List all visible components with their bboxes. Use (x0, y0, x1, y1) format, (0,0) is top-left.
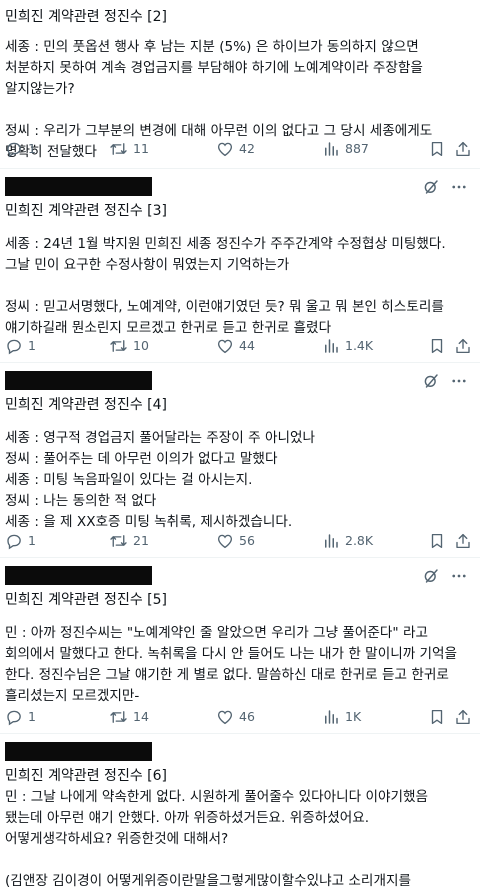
like-button[interactable]: 56 (216, 532, 255, 551)
redacted-author-bar (5, 742, 152, 761)
view-count: 1K (345, 708, 362, 724)
post-title: 민희진 계약관련 정진수 [2] (5, 9, 167, 25)
views-button[interactable]: 2.8K (322, 532, 373, 551)
reply-bubble-icon (7, 534, 21, 550)
retweet-icon (110, 535, 127, 547)
post-body: 세종 : 24년 1월 박지원 민희진 세종 정진수가 주주간계약 수정협상 미… (5, 236, 446, 336)
bookmark-icon (431, 533, 443, 549)
redacted-author-bar (5, 371, 152, 390)
share-button[interactable] (454, 140, 472, 158)
views-bar-chart-icon (325, 534, 338, 548)
like-button[interactable]: 46 (216, 708, 255, 727)
retweet-icon (110, 143, 127, 155)
retweet-button[interactable]: 14 (109, 708, 149, 727)
heart-icon (217, 534, 233, 549)
post-divider (0, 362, 480, 363)
reply-count: 1 (28, 532, 36, 548)
views-bar-chart-icon (325, 710, 338, 724)
retweet-count: 21 (133, 532, 149, 548)
like-count: 46 (239, 708, 255, 724)
share-button[interactable] (454, 708, 472, 726)
share-button[interactable] (454, 337, 472, 355)
more-dots-icon[interactable] (450, 178, 468, 196)
reply-count: 1 (28, 708, 36, 724)
bookmark-icon (431, 141, 443, 157)
more-dots-icon[interactable] (450, 372, 468, 390)
post-menu (422, 567, 468, 585)
redacted-author-bar (5, 177, 152, 196)
reply-button[interactable]: 1 (5, 532, 36, 551)
retweet-icon (110, 340, 127, 352)
post-title: 민희진 계약관련 정진수 [6] (5, 768, 167, 784)
heart-icon (217, 710, 233, 725)
retweet-count: 10 (133, 337, 149, 353)
like-button[interactable]: 42 (216, 140, 255, 159)
post-divider (0, 168, 480, 169)
bookmark-button[interactable] (428, 337, 446, 355)
post-divider (0, 733, 480, 734)
bookmark-button[interactable] (428, 708, 446, 726)
reply-button[interactable]: 1 (5, 337, 36, 356)
like-count: 56 (239, 532, 255, 548)
reply-bubble-icon (7, 710, 21, 726)
reply-count: 1 (28, 140, 36, 156)
reply-bubble-icon (7, 339, 21, 355)
post-feed: 민희진 계약관련 정진수 [2] 세종 : 민의 풋옵션 행사 후 남는 지분 … (0, 0, 480, 894)
retweet-button[interactable]: 11 (109, 140, 149, 159)
view-count: 2.8K (345, 532, 374, 548)
heart-icon (217, 339, 233, 354)
like-button[interactable]: 44 (216, 337, 255, 356)
post-actions: 1 10 44 1.4K (5, 334, 470, 358)
share-icon (456, 338, 470, 354)
post-menu (422, 178, 468, 196)
post-body: 민 : 그날 나에게 약속한게 없다. 시원하게 풀어줄수 있다아니다 이야기했… (5, 789, 428, 889)
post-actions: 1 21 56 2.8K (5, 529, 470, 553)
share-button[interactable] (454, 532, 472, 550)
bookmark-button[interactable] (428, 140, 446, 158)
more-dots-icon[interactable] (450, 567, 468, 585)
reply-button[interactable]: 1 (5, 140, 36, 159)
reply-count: 1 (28, 337, 36, 353)
post-actions: 1 14 46 1K (5, 705, 470, 729)
bookmark-icon (431, 709, 443, 725)
share-icon (456, 709, 470, 725)
post-actions: 1 11 42 887 (5, 137, 470, 161)
grok-slash-icon[interactable] (422, 372, 440, 390)
views-bar-chart-icon (325, 339, 338, 353)
retweet-count: 11 (133, 140, 149, 156)
view-count: 1.4K (345, 337, 374, 353)
post-body: 민 : 아까 정진수씨는 "노예계약인 줄 알았으면 우리가 그냥 풀어준다" … (5, 625, 462, 704)
reply-bubble-icon (7, 142, 21, 158)
retweet-button[interactable]: 21 (109, 532, 149, 551)
share-icon (456, 533, 470, 549)
like-count: 42 (239, 140, 255, 156)
bookmark-icon (431, 338, 443, 354)
post-divider (0, 557, 480, 558)
post-title: 민희진 계약관련 정진수 [3] (5, 203, 167, 219)
views-button[interactable]: 1.4K (322, 337, 373, 356)
redacted-author-bar (5, 566, 152, 585)
heart-icon (217, 142, 233, 157)
reply-button[interactable]: 1 (5, 708, 36, 727)
view-count: 887 (345, 140, 369, 156)
views-button[interactable]: 1K (322, 708, 361, 727)
retweet-button[interactable]: 10 (109, 337, 149, 356)
views-bar-chart-icon (325, 142, 338, 156)
grok-slash-icon[interactable] (422, 178, 440, 196)
bookmark-button[interactable] (428, 532, 446, 550)
post-menu (422, 372, 468, 390)
views-button[interactable]: 887 (322, 140, 369, 159)
retweet-count: 14 (133, 708, 149, 724)
post-body: 세종 : 영구적 경업금지 풀어달라는 주장이 주 아니었나 정씨 : 풀어주는… (5, 430, 315, 530)
share-icon (456, 141, 470, 157)
grok-slash-icon[interactable] (422, 567, 440, 585)
post-title: 민희진 계약관련 정진수 [4] (5, 397, 167, 413)
like-count: 44 (239, 337, 255, 353)
retweet-icon (110, 711, 127, 723)
post-title: 민희진 계약관련 정진수 [5] (5, 592, 167, 608)
